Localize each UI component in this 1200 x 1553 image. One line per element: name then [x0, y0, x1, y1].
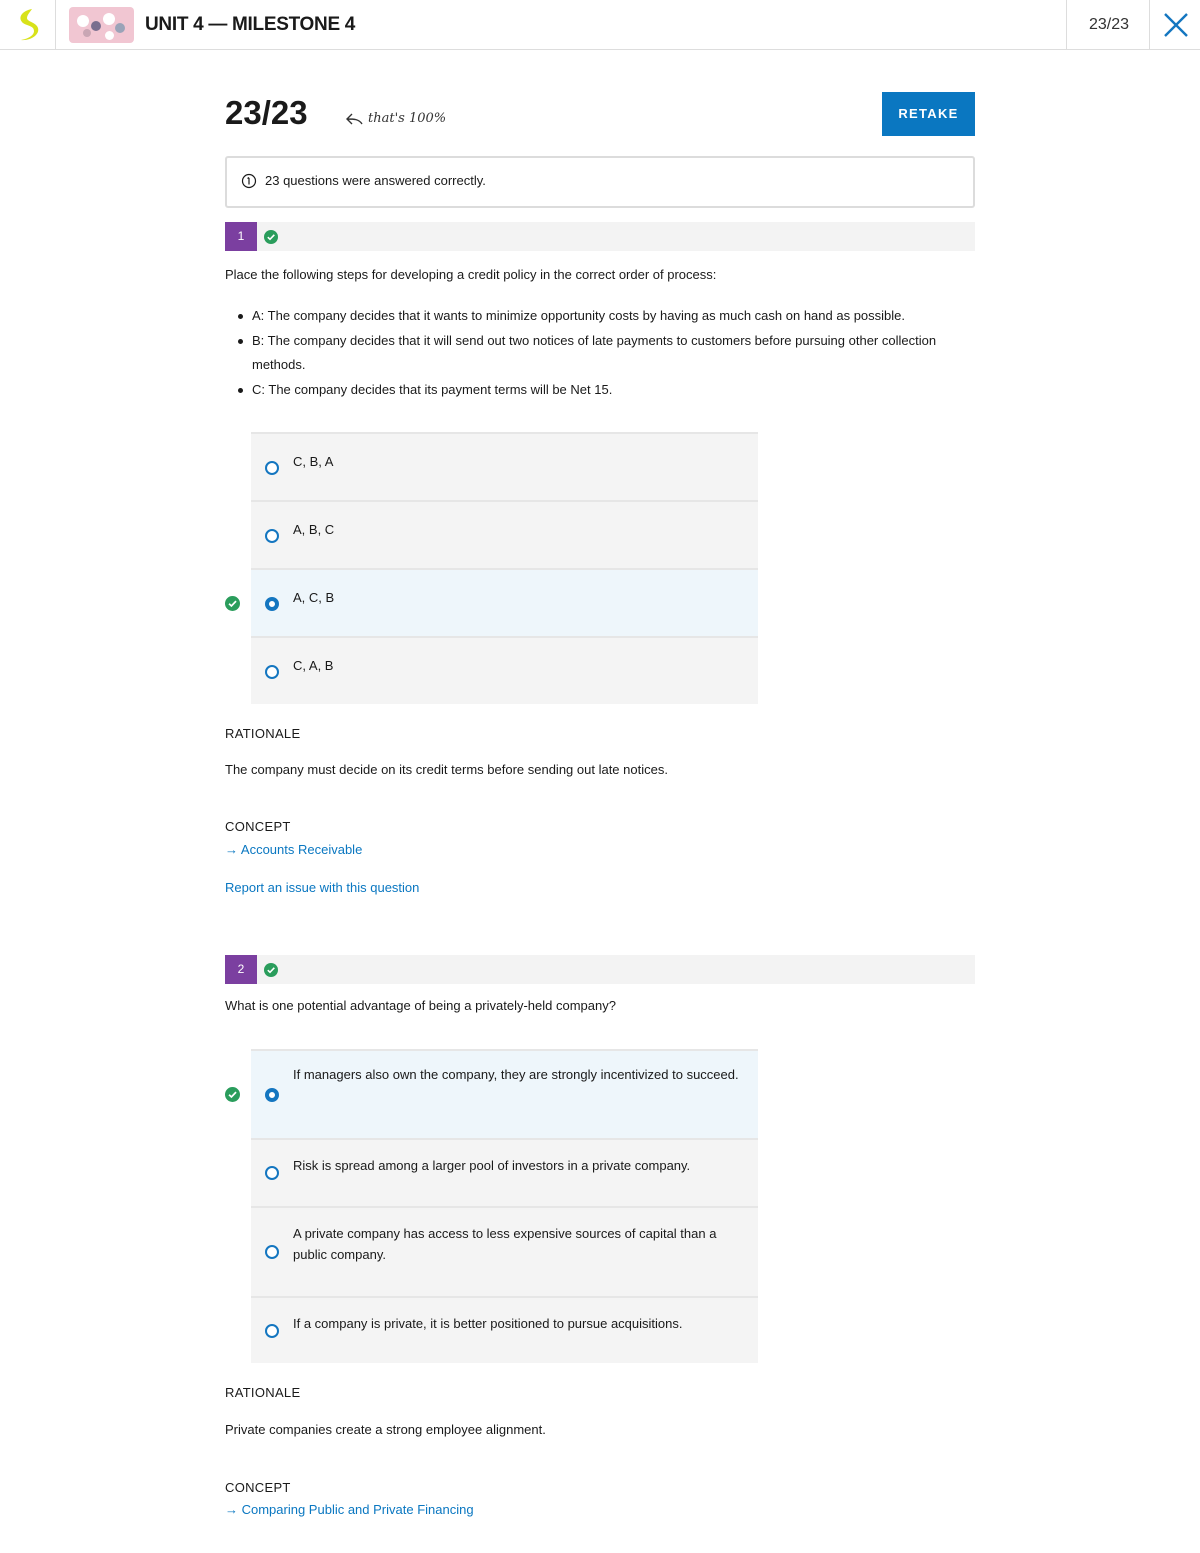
list-item: C: The company decides that its payment …	[237, 378, 977, 403]
answer-option-label: A, B, C	[293, 522, 335, 537]
arrow-back-icon	[346, 113, 363, 124]
answer-option-selected[interactable]: A, C, B	[251, 568, 758, 636]
rationale-text: Private companies create a strong employ…	[225, 1422, 546, 1437]
correct-check-icon	[264, 230, 278, 244]
rationale-text: The company must decide on its credit te…	[225, 762, 668, 777]
percent-note: that's 100%	[346, 111, 446, 126]
radio-button[interactable]	[265, 1166, 279, 1180]
report-issue-link[interactable]: Report an issue with this question	[225, 880, 419, 895]
question-number-badge: 2	[225, 955, 257, 984]
unit-title: UNIT 4 — MILESTONE 4	[145, 14, 356, 35]
answer-option[interactable]: C, B, A	[251, 432, 758, 500]
radio-button[interactable]	[265, 461, 279, 475]
answer-option[interactable]: A private company has access to less exp…	[251, 1206, 758, 1296]
answer-option-selected[interactable]: If managers also own the company, they a…	[251, 1049, 758, 1138]
answer-option-label: A, C, B	[293, 590, 335, 605]
list-item: B: The company decides that it will send…	[237, 329, 977, 378]
list-item: A: The company decides that it wants to …	[237, 304, 977, 329]
radio-button[interactable]	[265, 1245, 279, 1259]
retake-button[interactable]: RETAKE	[882, 92, 975, 136]
radio-button[interactable]	[265, 1324, 279, 1338]
answer-option-label: Risk is spread among a larger pool of in…	[293, 1158, 691, 1173]
question-1-header: 1	[225, 222, 975, 251]
close-icon	[1164, 13, 1188, 37]
info-icon	[241, 173, 257, 189]
answer-option[interactable]: Risk is spread among a larger pool of in…	[251, 1138, 758, 1206]
concept-heading: CONCEPT	[225, 819, 291, 834]
correct-check-icon	[264, 963, 278, 977]
question-number-badge: 1	[225, 222, 257, 251]
answer-option[interactable]: If a company is private, it is better po…	[251, 1296, 758, 1363]
results-info-text: 23 questions were answered correctly.	[265, 173, 486, 188]
radio-button-selected[interactable]	[265, 1088, 279, 1102]
course-thumbnail	[69, 7, 134, 43]
results-info-box: 23 questions were answered correctly.	[225, 156, 975, 208]
question-1-items: A: The company decides that it wants to …	[237, 304, 977, 402]
radio-button[interactable]	[265, 665, 279, 679]
question-1-prompt: Place the following steps for developing…	[225, 267, 717, 282]
top-bar: UNIT 4 — MILESTONE 4 23/23	[0, 0, 1200, 50]
answer-option-label: If managers also own the company, they a…	[293, 1067, 739, 1082]
concept-heading: CONCEPT	[225, 1480, 291, 1495]
answer-option-label: A private company has access to less exp…	[293, 1226, 717, 1262]
rationale-heading: RATIONALE	[225, 1385, 301, 1400]
radio-button-selected[interactable]	[265, 597, 279, 611]
question-2-header: 2	[225, 955, 975, 984]
answer-option[interactable]: A, B, C	[251, 500, 758, 568]
concept-link[interactable]: → Accounts Receivable	[225, 842, 362, 857]
logo-icon	[20, 9, 39, 41]
total-score: 23/23	[225, 94, 308, 131]
correct-answer-check-icon	[225, 596, 240, 611]
concept-link[interactable]: → Comparing Public and Private Financing	[225, 1502, 474, 1517]
header-score: 23/23	[1066, 0, 1150, 50]
percent-text: that's 100%	[368, 111, 447, 126]
header-score-text: 23/23	[1088, 16, 1130, 33]
question-2-prompt: What is one potential advantage of being…	[225, 998, 616, 1013]
logo[interactable]	[0, 0, 56, 50]
answer-option[interactable]: C, A, B	[251, 636, 758, 704]
rationale-heading: RATIONALE	[225, 726, 301, 741]
close-button[interactable]	[1151, 0, 1200, 50]
radio-button[interactable]	[265, 529, 279, 543]
correct-answer-check-icon	[225, 1087, 240, 1102]
answer-option-label: C, B, A	[293, 454, 334, 469]
answer-option-label: C, A, B	[293, 658, 334, 673]
answer-option-label: If a company is private, it is better po…	[293, 1316, 683, 1331]
